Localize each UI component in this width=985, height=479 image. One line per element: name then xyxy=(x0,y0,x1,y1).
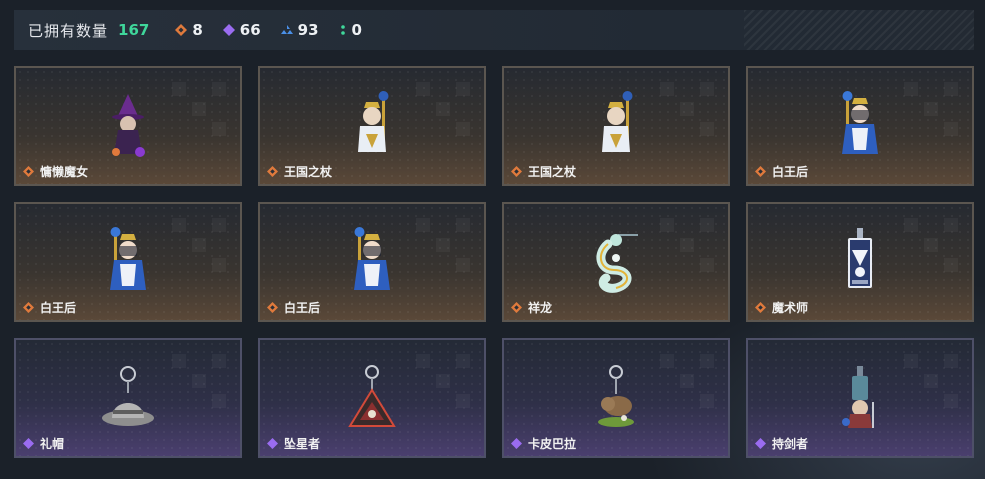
white-queen-figure-icon xyxy=(842,91,878,154)
item-name-label: 白王后 xyxy=(40,301,77,315)
item-grid: 慵懒魔女 王国之杖 王国之杖 白王后 白王后 白王后 祥龙 魔术师 礼帽 坠星者… xyxy=(14,66,974,458)
triangle-keychain-icon xyxy=(348,365,396,427)
card-decoration xyxy=(660,82,720,142)
item-name: 卡皮巴拉 xyxy=(511,435,576,452)
magician-card-icon xyxy=(848,228,872,288)
orange-diamond-icon xyxy=(511,166,522,177)
item-card[interactable]: 王国之杖 xyxy=(502,66,730,186)
card-decoration xyxy=(416,218,476,278)
item-name: 持剑者 xyxy=(755,435,808,452)
card-decoration xyxy=(904,354,964,414)
item-card[interactable]: 白王后 xyxy=(14,202,242,322)
orange-diamond-icon xyxy=(267,302,278,313)
item-name-label: 礼帽 xyxy=(40,437,65,451)
capybara-keychain-icon xyxy=(598,365,634,427)
item-name: 白王后 xyxy=(267,299,320,316)
orange-diamond-icon xyxy=(23,166,34,177)
item-name-label: 持剑者 xyxy=(772,437,809,451)
item-name: 白王后 xyxy=(755,163,808,180)
purple-rarity-count: 66 xyxy=(239,21,261,39)
card-decoration xyxy=(416,82,476,142)
white-queen-figure-icon xyxy=(354,227,390,290)
purple-diamond-icon xyxy=(267,438,278,449)
card-decoration xyxy=(416,354,476,414)
green-rarity-stat: 0 xyxy=(339,21,362,39)
item-name: 魔术师 xyxy=(755,299,808,316)
item-card[interactable]: 魔术师 xyxy=(746,202,974,322)
card-decoration xyxy=(904,218,964,278)
item-card[interactable]: 卡皮巴拉 xyxy=(502,338,730,458)
orange-diamond-icon xyxy=(175,24,188,36)
scepter-figure-icon xyxy=(602,91,633,152)
item-name-label: 卡皮巴拉 xyxy=(528,437,577,451)
inventory-summary-bar: 已拥有数量 167 8 66 93 0 xyxy=(14,10,974,50)
orange-diamond-icon xyxy=(511,302,522,313)
owned-count-value: 167 xyxy=(118,21,150,39)
blue-rarity-stat: 93 xyxy=(280,21,319,39)
item-name-label: 魔术师 xyxy=(772,301,809,315)
witch-figure-icon xyxy=(112,94,145,157)
purple-diamond-icon xyxy=(755,438,766,449)
blue-diamond-icon xyxy=(280,25,293,34)
item-name: 慵懒魔女 xyxy=(23,163,88,180)
purple-diamond-icon xyxy=(23,438,34,449)
dragon-figure-icon xyxy=(596,234,638,293)
item-card[interactable]: 白王后 xyxy=(746,66,974,186)
owned-count-label: 已拥有数量 xyxy=(28,21,109,40)
item-card[interactable]: 慵懒魔女 xyxy=(14,66,242,186)
hat-keychain-icon xyxy=(102,366,154,426)
scepter-figure-icon xyxy=(358,91,389,152)
green-rarity-count: 0 xyxy=(351,21,362,39)
swordsman-keychain-icon xyxy=(842,366,874,428)
blue-rarity-count: 93 xyxy=(297,21,319,39)
item-name-label: 白王后 xyxy=(284,301,321,315)
item-name-label: 慵懒魔女 xyxy=(40,165,89,179)
item-name: 白王后 xyxy=(23,299,76,316)
card-decoration xyxy=(660,218,720,278)
orange-diamond-icon xyxy=(23,302,34,313)
orange-rarity-count: 8 xyxy=(192,21,203,39)
item-name-label: 坠星者 xyxy=(284,437,321,451)
item-card[interactable]: 祥龙 xyxy=(502,202,730,322)
orange-rarity-stat: 8 xyxy=(175,21,203,39)
item-card[interactable]: 礼帽 xyxy=(14,338,242,458)
card-decoration xyxy=(172,218,232,278)
item-name: 坠星者 xyxy=(267,435,320,452)
item-name: 王国之杖 xyxy=(267,163,332,180)
purple-diamond-icon xyxy=(511,438,522,449)
item-name: 礼帽 xyxy=(23,435,64,452)
orange-diamond-icon xyxy=(267,166,278,177)
card-decoration xyxy=(172,354,232,414)
orange-diamond-icon xyxy=(755,302,766,313)
item-card[interactable]: 坠星者 xyxy=(258,338,486,458)
item-name: 祥龙 xyxy=(511,299,552,316)
purple-diamond-icon xyxy=(222,24,235,36)
item-name-label: 王国之杖 xyxy=(284,165,333,179)
item-name-label: 王国之杖 xyxy=(528,165,577,179)
item-card[interactable]: 王国之杖 xyxy=(258,66,486,186)
orange-diamond-icon xyxy=(755,166,766,177)
item-card[interactable]: 白王后 xyxy=(258,202,486,322)
white-queen-figure-icon xyxy=(110,227,146,290)
card-decoration xyxy=(660,354,720,414)
item-name: 王国之杖 xyxy=(511,163,576,180)
item-name-label: 祥龙 xyxy=(528,301,553,315)
item-card[interactable]: 持剑者 xyxy=(746,338,974,458)
item-name-label: 白王后 xyxy=(772,165,809,179)
green-dots-icon xyxy=(340,25,345,35)
card-decoration xyxy=(172,82,232,142)
card-decoration xyxy=(904,82,964,142)
purple-rarity-stat: 66 xyxy=(222,21,261,39)
